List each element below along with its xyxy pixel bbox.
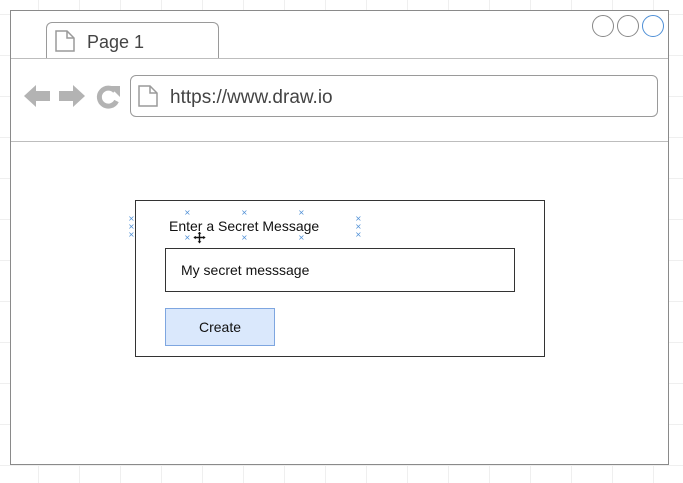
selection-handle[interactable]: ×: [241, 234, 248, 242]
restore-button[interactable]: [617, 15, 639, 37]
move-cursor-icon: [193, 231, 206, 244]
forward-arrow-icon[interactable]: [58, 84, 86, 108]
tab-bar: Page 1: [11, 11, 668, 59]
document-icon: [138, 85, 158, 107]
selection-handle[interactable]: ×: [298, 234, 305, 242]
selection-handle[interactable]: × × ×: [128, 215, 135, 239]
create-button[interactable]: Create: [165, 308, 275, 346]
maximize-button[interactable]: [642, 15, 664, 37]
back-arrow-icon[interactable]: [23, 84, 51, 108]
minimize-button[interactable]: [592, 15, 614, 37]
document-icon: [55, 30, 75, 52]
navigation-bar: https://www.draw.io: [11, 59, 668, 142]
url-text: https://www.draw.io: [170, 87, 333, 108]
window-controls: [592, 15, 664, 37]
selection-handle[interactable]: × × ×: [355, 215, 362, 239]
tab-page-1[interactable]: Page 1: [46, 22, 219, 58]
selection-handle[interactable]: ×: [184, 209, 191, 217]
selection-handle[interactable]: ×: [298, 209, 305, 217]
tab-title: Page 1: [87, 32, 145, 52]
form-label[interactable]: Enter a Secret Message: [169, 218, 319, 234]
selection-handle[interactable]: ×: [184, 234, 191, 242]
secret-message-input[interactable]: [165, 248, 515, 292]
secret-message-form[interactable]: Enter a Secret Message Create: [135, 200, 545, 357]
selection-handle[interactable]: ×: [241, 209, 248, 217]
address-bar[interactable]: https://www.draw.io: [130, 75, 658, 117]
reload-icon[interactable]: [95, 84, 121, 110]
